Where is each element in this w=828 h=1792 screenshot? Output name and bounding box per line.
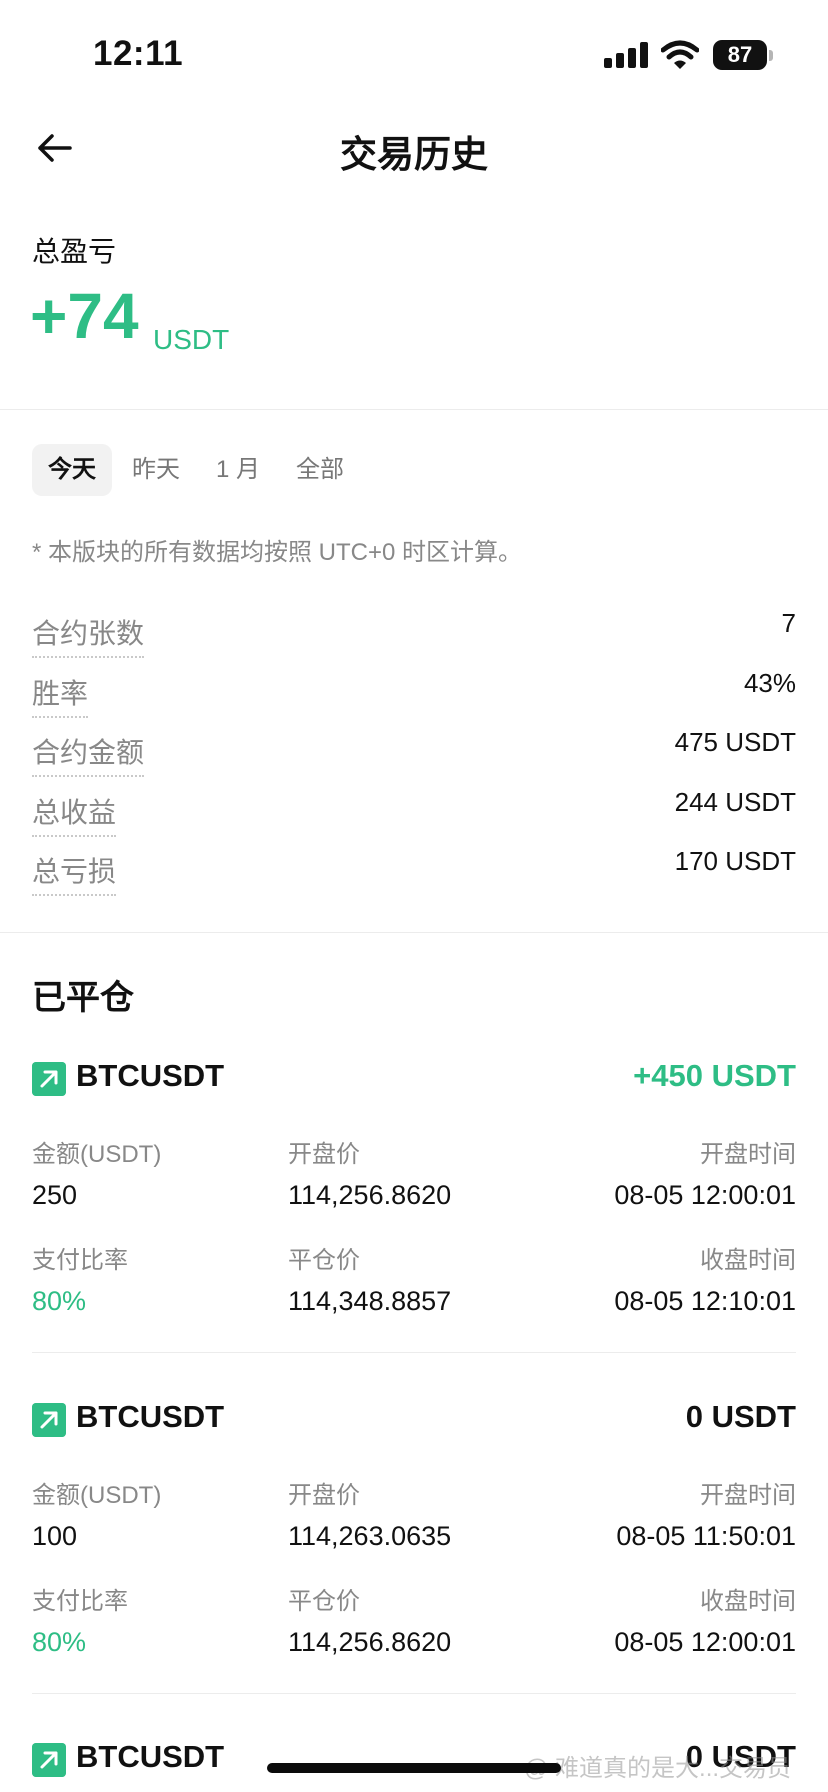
trade-header: BTCUSDT 0 USDT [32,1397,796,1439]
trade-symbol: BTCUSDT [76,1058,225,1093]
open-price-label: 开盘价 [288,1482,360,1509]
open-time-label: 开盘时间 [700,1482,796,1509]
battery-level: 87 [713,40,767,70]
stat-row-total-profit: 总收益 244 USDT [32,783,796,843]
stat-value: 7 [781,608,796,638]
trade-symbol: BTCUSDT [76,1399,225,1434]
trade-card[interactable]: BTCUSDT 0 USDT 金额(USDT) 开盘价 开盘时间 100 114… [32,1397,796,1737]
watermark: @ 难道真的是大...交易员 [524,1755,792,1782]
trend-up-arrow-icon [32,1062,66,1096]
payout-label: 支付比率 [32,1588,128,1615]
trend-up-arrow-icon [32,1743,66,1777]
amount-value: 100 [32,1521,78,1551]
payout-value: 80% [32,1286,87,1316]
stat-row-total-loss: 总亏损 170 USDT [32,842,796,902]
stat-value: 170 USDT [674,846,796,876]
amount-label: 金额(USDT) [32,1482,162,1509]
total-pnl-value: +74 [30,280,139,352]
close-price-label: 平仓价 [288,1588,360,1615]
open-price-value: 114,256.8620 [288,1180,452,1210]
close-price-value: 114,256.8620 [288,1627,452,1657]
stat-value: 475 USDT [674,727,796,757]
amount-label: 金额(USDT) [32,1141,162,1168]
stat-label[interactable]: 胜率 [32,672,89,718]
divider [0,932,828,933]
trade-pnl: 0 USDT [685,1399,796,1434]
open-time-value: 08-05 11:50:01 [616,1521,796,1551]
trade-symbol: BTCUSDT [76,1739,225,1774]
payout-value: 80% [32,1627,87,1657]
status-bar: 12:11 87 [0,0,828,100]
open-time-label: 开盘时间 [700,1141,796,1168]
open-time-value: 08-05 12:00:01 [614,1180,796,1210]
stat-value: 244 USDT [674,786,796,817]
close-price-label: 平仓价 [288,1247,360,1274]
page-title: 交易历史 [340,134,488,175]
status-time: 12:11 [93,34,184,73]
stat-label[interactable]: 总收益 [32,791,117,837]
tab-yesterday[interactable]: 昨天 [116,444,196,496]
payout-label: 支付比率 [32,1247,128,1274]
stat-label[interactable]: 总亏损 [32,850,117,896]
wifi-icon [661,40,699,69]
stat-value: 43% [743,667,796,698]
close-time-value: 08-05 12:10:01 [614,1286,796,1316]
divider [32,1693,796,1694]
stat-row-amount: 合约金额 475 USDT [32,723,796,783]
nav-bar: 交易历史 [0,100,828,196]
close-time-label: 收盘时间 [700,1247,796,1274]
close-price-value: 114,348.8857 [288,1286,452,1316]
open-price-label: 开盘价 [288,1141,360,1168]
tab-all[interactable]: 全部 [280,444,360,496]
stat-label[interactable]: 合约张数 [32,612,145,658]
trade-history-screen: 12:11 87 交易历史 总盈亏 +74 USDT 今天 昨天 1 月 全部 … [0,0,828,1792]
divider [32,1352,796,1353]
tab-today[interactable]: 今天 [32,444,112,496]
closed-positions-title: 已平仓 [32,979,134,1017]
open-price-value: 114,263.0635 [288,1521,452,1551]
amount-value: 250 [32,1180,78,1210]
total-pnl-label: 总盈亏 [32,236,117,267]
stat-row-win-rate: 胜率 43% [32,664,796,724]
stat-label[interactable]: 合约金额 [32,731,145,777]
home-indicator[interactable] [267,1763,561,1773]
tab-1-month[interactable]: 1 月 [200,444,276,496]
period-tabs: 今天 昨天 1 月 全部 [32,444,364,496]
total-pnl-unit: USDT [153,324,230,355]
cellular-signal-icon [604,42,648,68]
close-time-value: 08-05 12:00:01 [614,1627,796,1657]
stat-row-contracts: 合约张数 7 [32,604,796,664]
close-time-label: 收盘时间 [700,1588,796,1615]
trade-pnl: +450 USDT [633,1058,796,1093]
trend-up-arrow-icon [32,1403,66,1437]
battery-icon: 87 [713,40,773,70]
divider [0,409,828,410]
trade-card[interactable]: BTCUSDT +450 USDT 金额(USDT) 开盘价 开盘时间 250 … [32,1056,796,1396]
stats-list: 合约张数 7 胜率 43% 合约金额 475 USDT 总收益 244 USDT… [32,604,796,902]
trade-header: BTCUSDT +450 USDT [32,1056,796,1098]
timezone-note: * 本版块的所有数据均按照 UTC+0 时区计算。 [32,539,523,566]
